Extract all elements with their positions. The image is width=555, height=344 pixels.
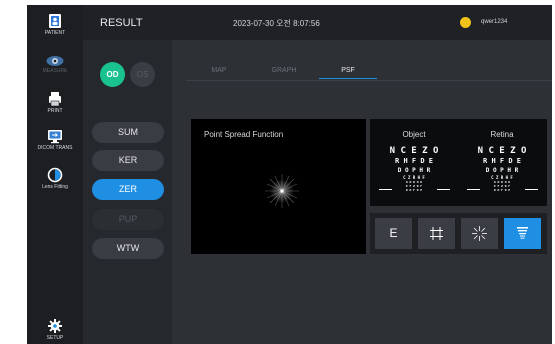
nav-setup-label: SETUP xyxy=(46,335,64,341)
object-row: N C E Z O xyxy=(389,146,439,156)
retina-row: N C E Z O xyxy=(477,146,527,156)
main-content: MAP GRAPH PSF Point Spread Function Obje… xyxy=(172,40,552,344)
nav-lens-fitting[interactable]: Lens Fitting xyxy=(27,167,83,190)
os-button[interactable]: OS xyxy=(130,62,155,87)
mode-ker-button[interactable]: KER xyxy=(92,150,164,171)
retina-dash-right xyxy=(525,189,538,190)
object-dash-left xyxy=(379,189,392,190)
object-dash-right xyxy=(437,189,450,190)
retina-dash-left xyxy=(467,189,480,190)
tab-map[interactable]: MAP xyxy=(204,67,234,74)
tab-graph[interactable]: GRAPH xyxy=(265,67,303,74)
eye-chart-icon xyxy=(517,227,528,239)
target-eye-chart-button[interactable] xyxy=(504,218,541,249)
nav-measure[interactable]: MEASURE xyxy=(27,55,83,74)
mode-pup-button: PUP xyxy=(92,209,164,230)
patient-icon xyxy=(49,14,61,28)
letter-e-icon: E xyxy=(389,226,398,240)
target-starburst-button[interactable] xyxy=(461,218,498,249)
gear-icon xyxy=(48,319,62,333)
lens-fitting-icon xyxy=(47,167,63,183)
printer-icon xyxy=(49,92,61,107)
nav-dicom-label: DICOM TRANS xyxy=(37,145,73,151)
page-title: RESULT xyxy=(100,17,143,29)
monitor-transfer-icon xyxy=(48,130,62,144)
user-avatar-icon[interactable] xyxy=(460,17,471,28)
grid-icon xyxy=(430,227,443,240)
nav-setup[interactable]: SETUP xyxy=(27,318,83,341)
tab-psf[interactable]: PSF xyxy=(319,67,377,79)
datetime-label: 2023-07-30 오전 8:07:56 xyxy=(233,19,320,28)
psf-image xyxy=(265,174,299,208)
mode-sum-button[interactable]: SUM xyxy=(92,122,164,143)
mode-zer-button[interactable]: ZER xyxy=(92,179,164,200)
retina-row: D O P H R xyxy=(485,167,519,174)
app-window: PATIENT MEASURE PRINT DICOM TRANS Lens F… xyxy=(27,5,552,344)
object-row: R H F D E xyxy=(395,157,433,165)
nav-lens-fitting-label: Lens Fitting xyxy=(42,184,68,190)
nav-print-label: PRINT xyxy=(47,108,63,114)
nav-patient[interactable]: PATIENT xyxy=(27,13,83,36)
nav-print[interactable]: PRINT xyxy=(27,91,83,114)
psf-target-controls: E xyxy=(370,213,547,254)
retina-row: R H F D E xyxy=(483,157,521,165)
mode-wtw-button[interactable]: WTW xyxy=(92,238,164,259)
retina-label: Retina xyxy=(490,130,514,139)
eye-icon xyxy=(46,56,64,66)
nav-dicom[interactable]: DICOM TRANS xyxy=(27,129,83,151)
username-label[interactable]: qwer1234 xyxy=(481,19,507,25)
object-label: Object xyxy=(402,130,426,139)
object-row: D O P H R xyxy=(397,167,431,174)
psf-panel: Point Spread Function xyxy=(191,119,366,254)
eye-chart-panel: Object Retina N C E Z O R H F D E D O P … xyxy=(370,119,547,206)
nav-patient-label: PATIENT xyxy=(44,30,66,36)
starburst-icon xyxy=(472,226,487,241)
sidebar-nav: PATIENT MEASURE PRINT DICOM TRANS Lens F… xyxy=(27,5,83,344)
nav-measure-label: MEASURE xyxy=(42,68,68,74)
tab-divider xyxy=(186,80,552,81)
target-e-button[interactable]: E xyxy=(375,218,412,249)
target-grid-button[interactable] xyxy=(418,218,455,249)
mode-panel: OD OS SUM KER ZER PUP WTW xyxy=(83,40,172,344)
header-bar: RESULT 2023-07-30 오전 8:07:56 qwer1234 xyxy=(83,5,552,40)
od-button[interactable]: OD xyxy=(100,62,125,87)
